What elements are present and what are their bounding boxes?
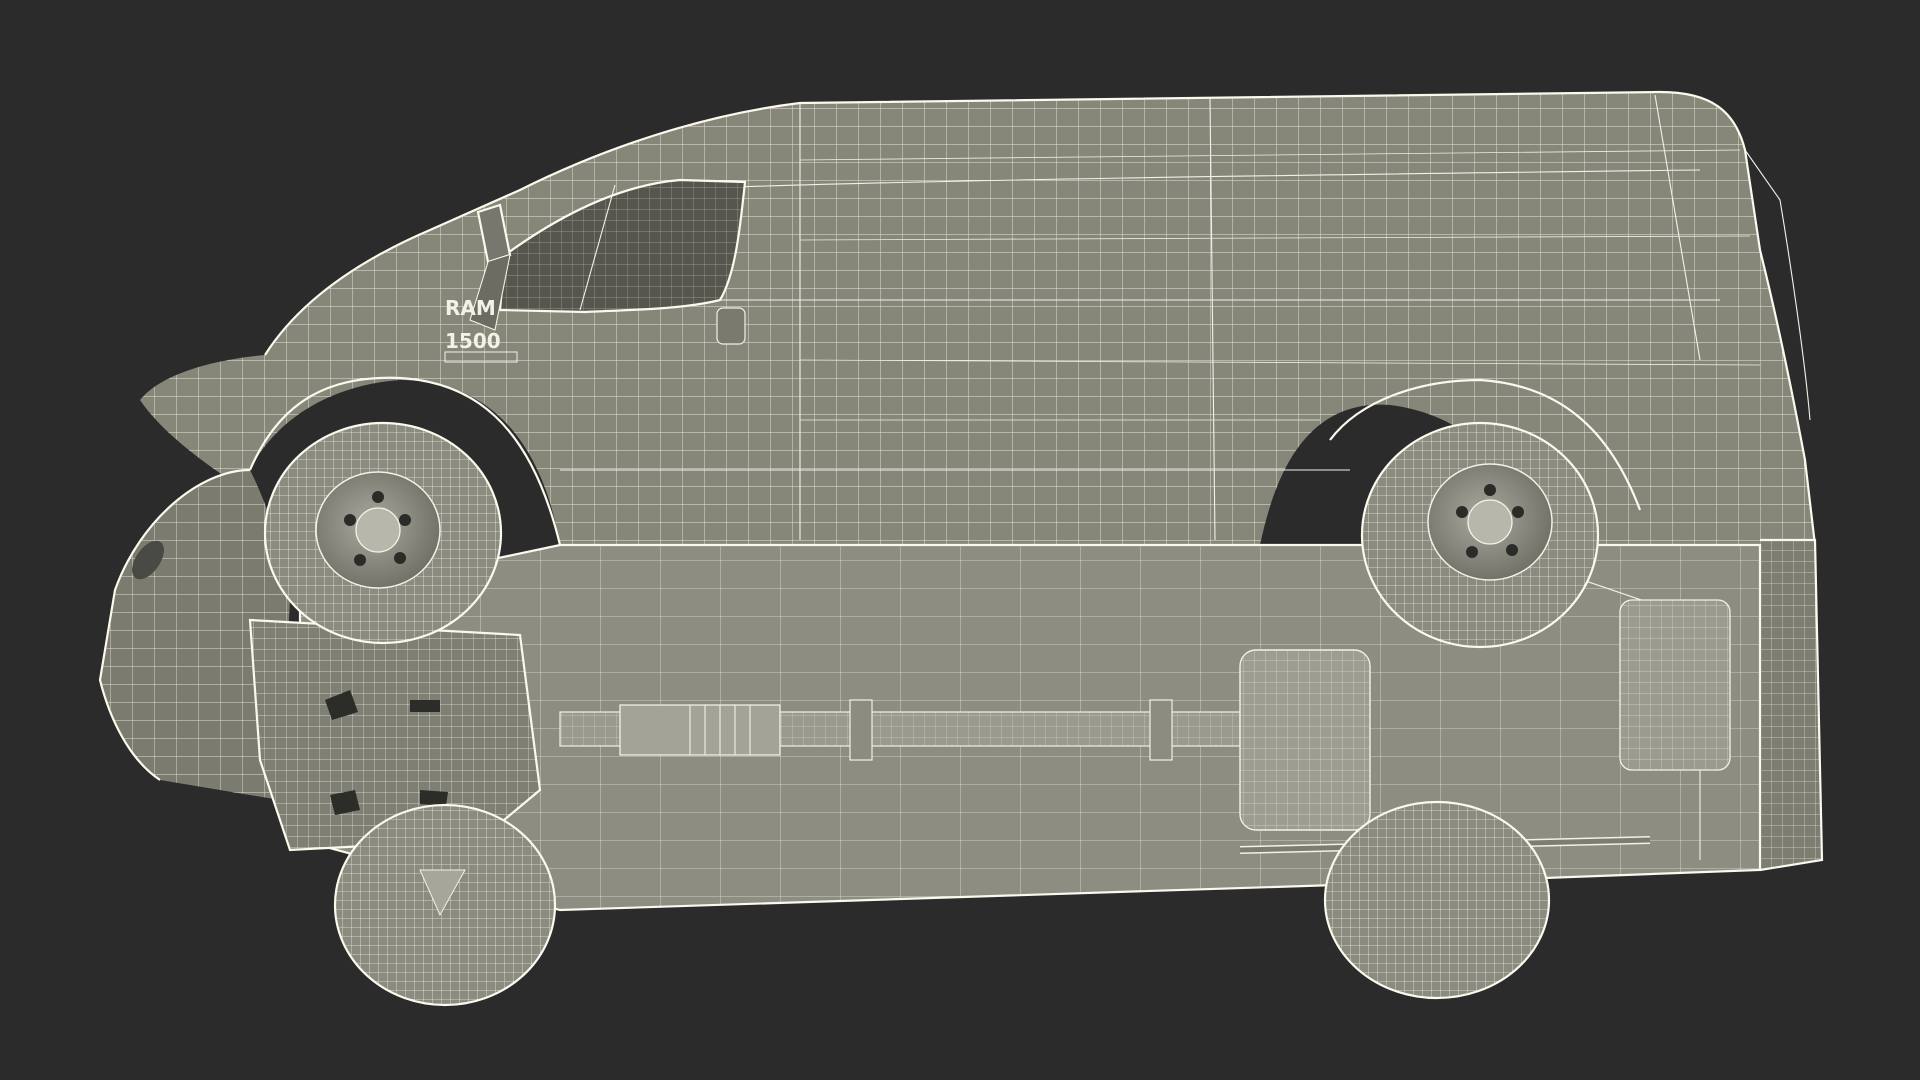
rear-wheel-upper [1360, 421, 1600, 649]
front-wheel-upper [263, 421, 503, 645]
van-wireframe-render: RAM 1500 [98, 90, 1824, 1007]
viewport: RAM 1500 [0, 0, 1920, 1080]
front-wheel-lower [333, 803, 557, 1007]
door-handle [716, 307, 746, 345]
rear-wheel-lower [1323, 800, 1551, 1000]
badge-text-top: RAM [445, 296, 496, 320]
badge-text-bottom: 1500 [445, 329, 501, 353]
fuel-tank [1239, 649, 1371, 831]
